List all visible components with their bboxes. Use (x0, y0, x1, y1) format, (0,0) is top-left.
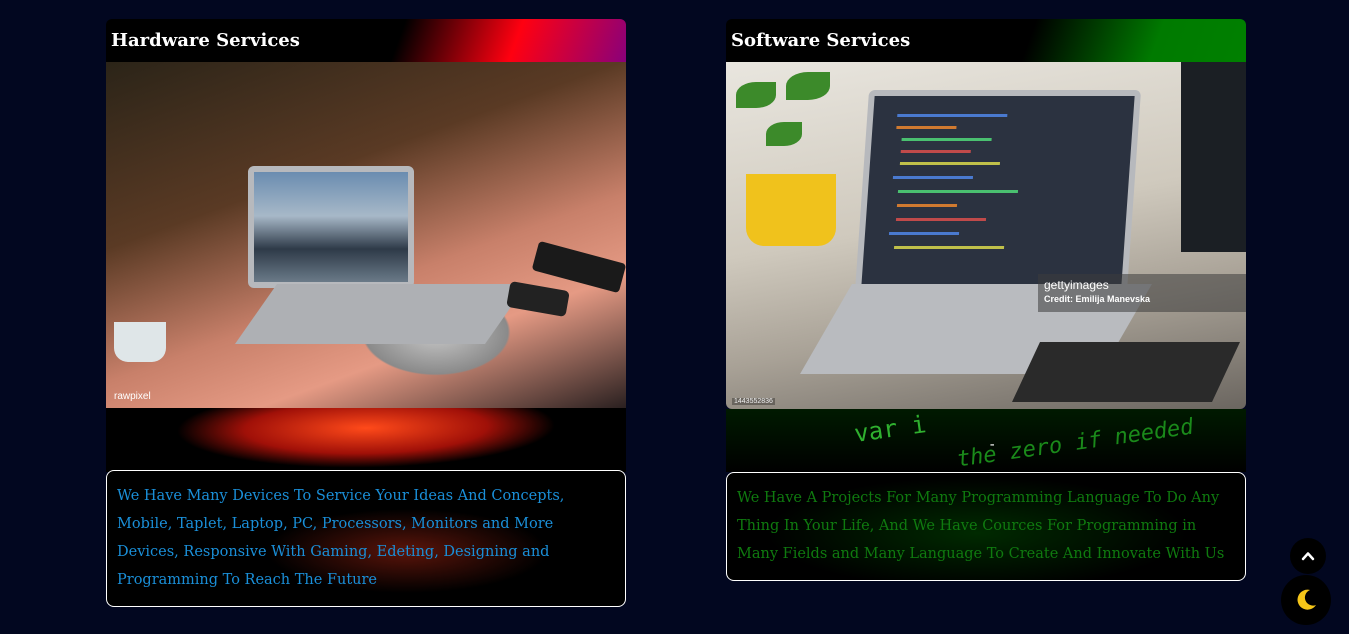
scroll-to-top-button[interactable] (1290, 538, 1326, 574)
laptop-screen (248, 166, 414, 288)
yellow-pot (746, 174, 836, 246)
leaf (786, 72, 830, 100)
hardware-card-title: Hardware Services (111, 30, 300, 51)
code-text: var i (852, 410, 928, 448)
laptop-screen (854, 90, 1142, 292)
software-services-card: Software Services gettyimages Credit: Em… (726, 19, 1246, 581)
hardware-services-card: Hardware Services rawpixel We Have Many … (106, 19, 626, 607)
software-photo: gettyimages Credit: Emilija Manevska 144… (726, 62, 1246, 409)
dash: - (988, 437, 997, 453)
leaf (766, 122, 802, 146)
getty-watermark: gettyimages Credit: Emilija Manevska (1038, 274, 1246, 312)
photo-credit: rawpixel (114, 391, 151, 402)
monitor (1181, 62, 1246, 252)
software-card-header: Software Services (726, 19, 1246, 62)
leaf (736, 82, 776, 108)
stock-id: 1443552836 (732, 398, 775, 405)
hardware-card-header: Hardware Services (106, 19, 626, 62)
hardware-description: We Have Many Devices To Service Your Ide… (106, 470, 626, 607)
hardware-photo: rawpixel (106, 62, 626, 408)
notebook (531, 240, 626, 294)
hardware-banner-strip (106, 408, 626, 472)
software-description: We Have A Projects For Many Programming … (726, 472, 1246, 581)
phone (506, 280, 570, 318)
watermark-credit: Credit: Emilija Manevska (1044, 294, 1151, 304)
software-banner-strip: var i the zero if needed - (726, 409, 1246, 472)
software-card-title: Software Services (731, 30, 911, 51)
external-keyboard (1012, 342, 1240, 402)
moon-icon (1297, 589, 1316, 610)
chevron-up-icon (1301, 552, 1315, 561)
theme-toggle-button[interactable] (1281, 575, 1331, 625)
plant-pot (114, 322, 166, 362)
watermark-brand: gettyimages (1044, 278, 1109, 292)
laptop-keyboard (234, 284, 528, 344)
